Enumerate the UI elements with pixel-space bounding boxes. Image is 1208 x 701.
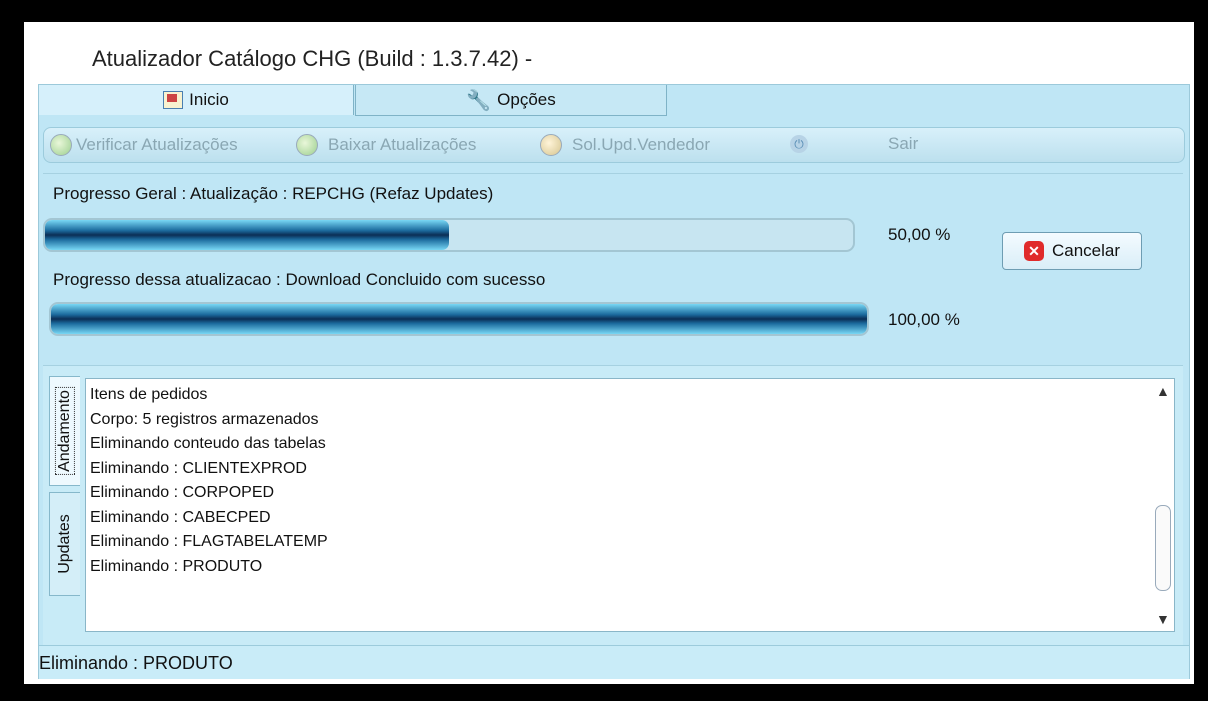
tab-andamento[interactable]: Andamento bbox=[49, 376, 80, 486]
log-line: Eliminando : FLAGTABELATEMP bbox=[90, 533, 328, 550]
log-line: Eliminando conteudo das tabelas bbox=[90, 435, 326, 452]
window-title: Atualizador Catálogo CHG (Build : 1.3.7.… bbox=[92, 46, 533, 71]
app-window: Atualizador Catálogo CHG (Build : 1.3.7.… bbox=[24, 22, 1194, 684]
verificar-atualizacoes-label: Verificar Atualizações bbox=[76, 135, 238, 154]
log-textarea[interactable]: Itens de pedidos Corpo: 5 registros arma… bbox=[85, 378, 1175, 632]
sair-label: Sair bbox=[888, 134, 919, 153]
cancel-button[interactable]: ✕ Cancelar bbox=[1002, 232, 1142, 270]
log-panel: Andamento Updates Itens de pedidos Corpo… bbox=[43, 365, 1183, 666]
log-line: Eliminando : CLIENTEXPROD bbox=[90, 459, 307, 477]
baixar-atualizacoes-button[interactable]: Baixar Atualizações bbox=[296, 134, 476, 156]
current-progress-label: Progresso dessa atualizacao : Download C… bbox=[53, 270, 546, 289]
cancel-x-icon: ✕ bbox=[1023, 241, 1044, 261]
log-line: Corpo: 5 registros armazenados bbox=[90, 410, 319, 428]
tab-inicio-label: Inicio bbox=[189, 90, 229, 109]
wrench-icon: 🔧 bbox=[466, 89, 492, 112]
scroll-up-arrow-icon[interactable]: ▲ bbox=[1156, 383, 1170, 399]
general-progress-label: Progresso Geral : Atualização : REPCHG (… bbox=[53, 184, 494, 203]
sair-button[interactable]: ⏻ Sair bbox=[790, 134, 918, 154]
scroll-thumb[interactable] bbox=[1155, 505, 1171, 591]
scroll-down-arrow-icon[interactable]: ▼ bbox=[1156, 611, 1170, 627]
sol-upd-vendedor-button[interactable]: Sol.Upd.Vendedor bbox=[540, 134, 710, 156]
tab-strip: Inicio 🔧 Opções bbox=[39, 85, 1189, 116]
power-icon: ⏻ bbox=[790, 135, 808, 153]
tab-updates-label: Updates bbox=[56, 514, 73, 574]
general-progress-bar bbox=[43, 218, 855, 252]
log-line: Eliminando : CABECPED bbox=[90, 508, 271, 526]
toolbar: Verificar Atualizações Baixar Atualizaçõ… bbox=[43, 127, 1185, 163]
sol-upd-vendedor-label: Sol.Upd.Vendedor bbox=[572, 135, 710, 154]
general-progress-percent: 50,00 % bbox=[888, 225, 951, 244]
vendor-update-icon bbox=[540, 134, 562, 156]
client-area: Inicio 🔧 Opções Verificar Atualizações B… bbox=[38, 84, 1190, 679]
download-update-icon bbox=[296, 134, 318, 156]
cancel-button-label: Cancelar bbox=[1051, 241, 1121, 260]
log-line: Eliminando : PRODUTO bbox=[90, 557, 263, 575]
tab-updates[interactable]: Updates bbox=[49, 492, 80, 596]
home-icon bbox=[163, 91, 184, 109]
current-progress-fill bbox=[51, 304, 867, 334]
log-line: Eliminando : CORPOPED bbox=[90, 484, 275, 501]
tab-inicio[interactable]: Inicio bbox=[39, 85, 354, 115]
tab-opcoes-label: Opções bbox=[497, 90, 556, 109]
tab-opcoes[interactable]: 🔧 Opções bbox=[355, 85, 667, 116]
check-update-icon bbox=[50, 134, 72, 156]
current-progress-bar bbox=[49, 302, 869, 336]
log-lines: Itens de pedidos Corpo: 5 registros arma… bbox=[90, 383, 328, 579]
log-line: Itens de pedidos bbox=[90, 386, 208, 403]
tab-andamento-label: Andamento bbox=[55, 383, 75, 479]
baixar-atualizacoes-label: Baixar Atualizações bbox=[328, 135, 477, 154]
log-scrollbar[interactable]: ▲ ▼ bbox=[1152, 379, 1174, 631]
current-progress-percent: 100,00 % bbox=[888, 310, 960, 329]
status-text: Eliminando : PRODUTO bbox=[39, 653, 233, 673]
status-bar: Eliminando : PRODUTO bbox=[39, 645, 1189, 679]
general-progress-fill bbox=[45, 220, 449, 250]
verificar-atualizacoes-button[interactable]: Verificar Atualizações bbox=[50, 134, 238, 156]
